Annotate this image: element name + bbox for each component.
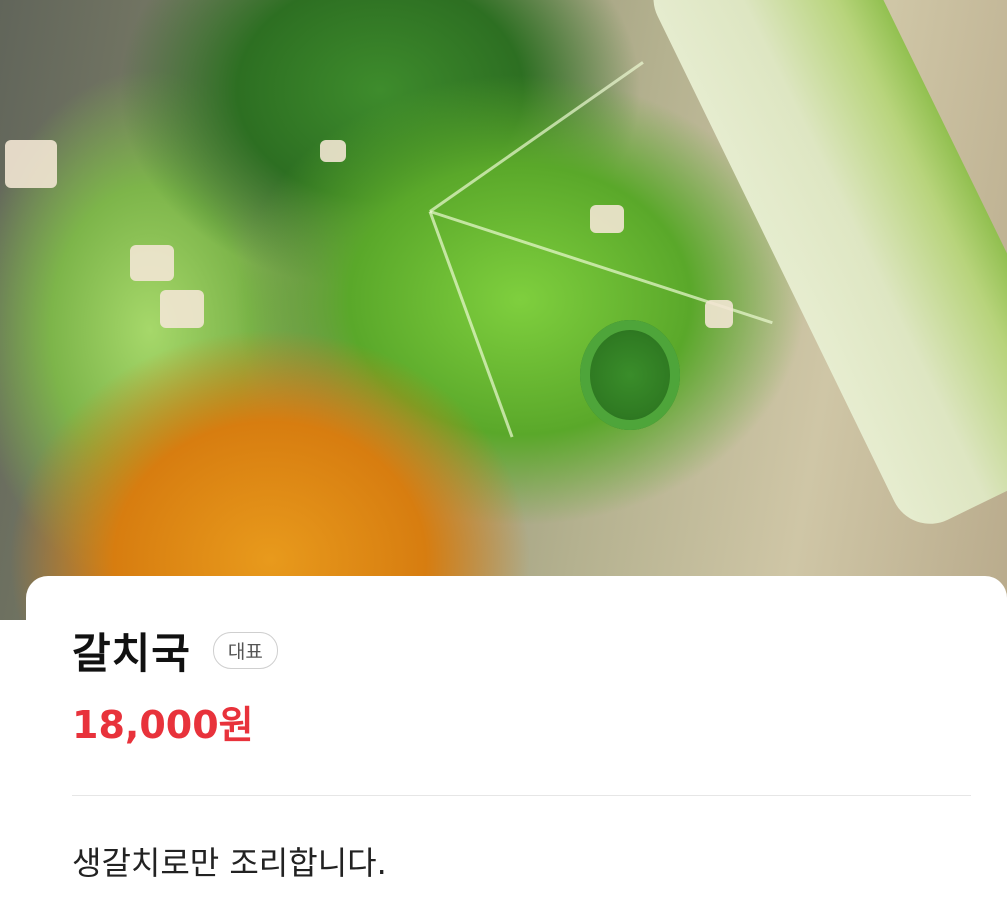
divider	[72, 795, 971, 796]
cabbage-stem	[640, 0, 1007, 538]
garlic-piece	[705, 300, 733, 328]
leaf-vein	[428, 210, 514, 438]
garlic-piece	[5, 140, 57, 188]
garlic-piece	[130, 245, 174, 281]
menu-photo[interactable]	[0, 0, 1007, 620]
garlic-piece	[590, 205, 624, 233]
menu-name: 갈치국	[72, 629, 191, 678]
garlic-piece	[320, 140, 346, 162]
title-row: 갈치국 대표	[72, 620, 278, 681]
menu-price: 18,000원	[72, 703, 254, 747]
menu-description: 생갈치로만 조리합니다.	[72, 844, 387, 882]
menu-info-card: 갈치국 대표 18,000원 생갈치로만 조리합니다.	[26, 576, 1007, 916]
garlic-piece	[160, 290, 204, 328]
leaf-vein	[429, 61, 644, 213]
representative-badge: 대표	[212, 632, 278, 669]
green-pepper-slice	[580, 320, 680, 430]
